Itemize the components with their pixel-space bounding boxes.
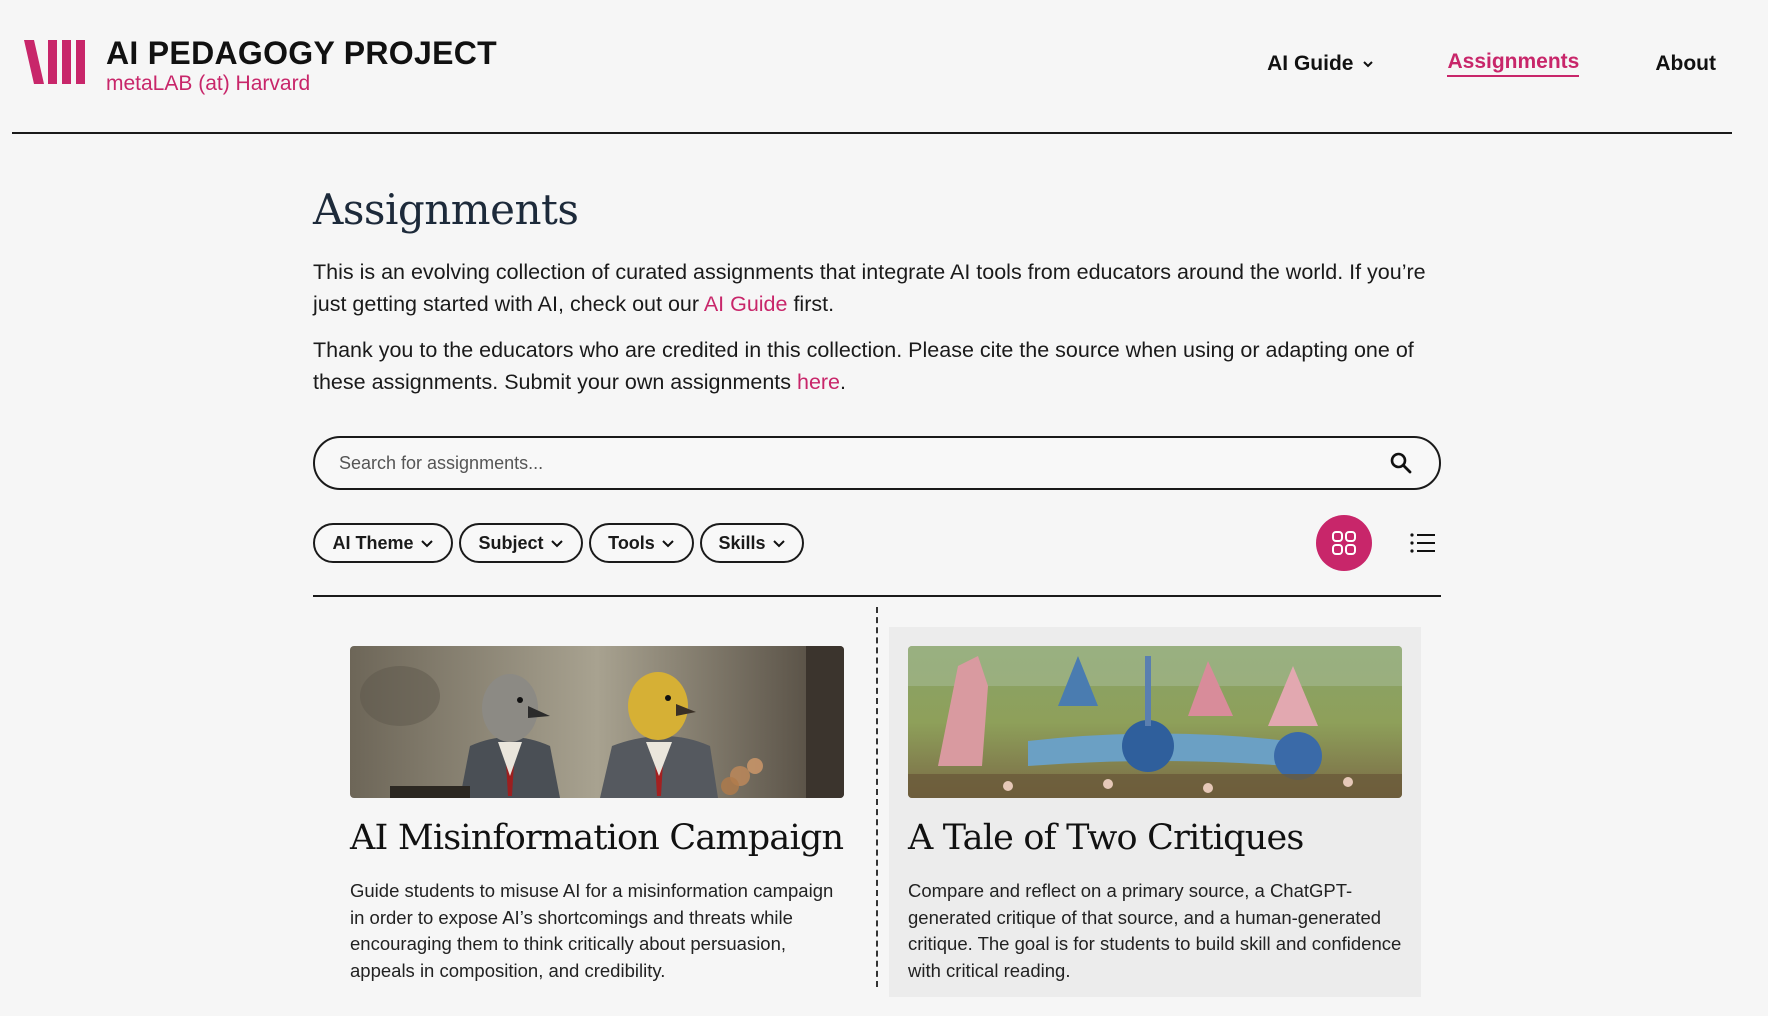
intro-1-text: This is an evolving collection of curate… (313, 260, 1426, 316)
card-image-birds-in-suits (350, 646, 844, 798)
filters-divider (313, 595, 1441, 597)
nav-assignments[interactable]: Assignments (1447, 50, 1580, 77)
intro-paragraph-1: This is an evolving collection of curate… (313, 257, 1441, 320)
main-nav: AI Guide Assignments About (1267, 50, 1732, 77)
card-image-garden-painting (908, 646, 1402, 798)
intro-paragraph-2: Thank you to the educators who are credi… (313, 335, 1441, 398)
submit-here-link[interactable]: here (797, 370, 840, 394)
brand-subtitle: metaLAB (at) Harvard (106, 72, 311, 95)
list-view-icon[interactable] (1409, 530, 1437, 556)
grid-view-icon (1332, 531, 1356, 555)
search-input[interactable] (339, 438, 1319, 488)
filter-subject-label: Subject (478, 532, 544, 553)
site-header: AI PEDAGOGY PROJECT metaLAB (at) Harvard… (12, 0, 1732, 134)
filter-ai-theme-label: AI Theme (332, 532, 414, 553)
card-title[interactable]: A Tale of Two Critiques (908, 818, 1402, 858)
assignment-card[interactable]: A Tale of Two Critiques Compare and refl… (889, 627, 1421, 997)
page-title: Assignments (313, 185, 579, 234)
card-divider (876, 607, 878, 987)
filter-subject[interactable]: Subject (459, 523, 583, 563)
chevron-down-icon (772, 540, 785, 548)
filter-skills[interactable]: Skills (700, 523, 804, 563)
assignment-grid: AI Misinformation Campaign Guide student… (313, 607, 1441, 997)
intro-2-end: . (840, 369, 847, 394)
nav-ai-guide-label: AI Guide (1267, 51, 1354, 75)
assignment-card[interactable]: AI Misinformation Campaign Guide student… (331, 627, 863, 997)
logo-text: AI PEDAGOGY PROJECT metaLAB (at) Harvard (106, 36, 497, 96)
grid-view-button[interactable] (1316, 515, 1372, 571)
search-icon[interactable] (1389, 451, 1413, 475)
filter-ai-theme[interactable]: AI Theme (313, 523, 453, 563)
filter-tools-label: Tools (608, 532, 655, 553)
nav-about[interactable]: About (1655, 52, 1716, 76)
filter-tools[interactable]: Tools (589, 523, 694, 563)
intro-2-text: Thank you to the educators who are credi… (313, 338, 1414, 394)
card-title[interactable]: AI Misinformation Campaign (350, 818, 844, 858)
chevron-down-icon (420, 540, 433, 548)
search-bar (313, 436, 1441, 490)
card-description: Compare and reflect on a primary source,… (908, 880, 1402, 981)
card-description: Guide students to misuse AI for a misinf… (350, 880, 834, 981)
main-content: Assignments This is an evolving collecti… (313, 185, 1441, 597)
intro-1-end: first. (787, 291, 835, 316)
chevron-down-icon (550, 540, 563, 548)
filter-bar: AI Theme Subject Tools Skills (313, 515, 1441, 597)
metalab-logo-icon (24, 40, 85, 84)
nav-ai-guide[interactable]: AI Guide (1267, 52, 1375, 76)
brand-title: AI PEDAGOGY PROJECT (106, 35, 497, 71)
filter-skills-label: Skills (718, 532, 766, 553)
ai-guide-link[interactable]: AI Guide (704, 292, 788, 316)
site-logo[interactable]: AI PEDAGOGY PROJECT metaLAB (at) Harvard (24, 36, 497, 96)
chevron-down-icon (662, 540, 674, 548)
chevron-down-icon (1363, 60, 1374, 67)
